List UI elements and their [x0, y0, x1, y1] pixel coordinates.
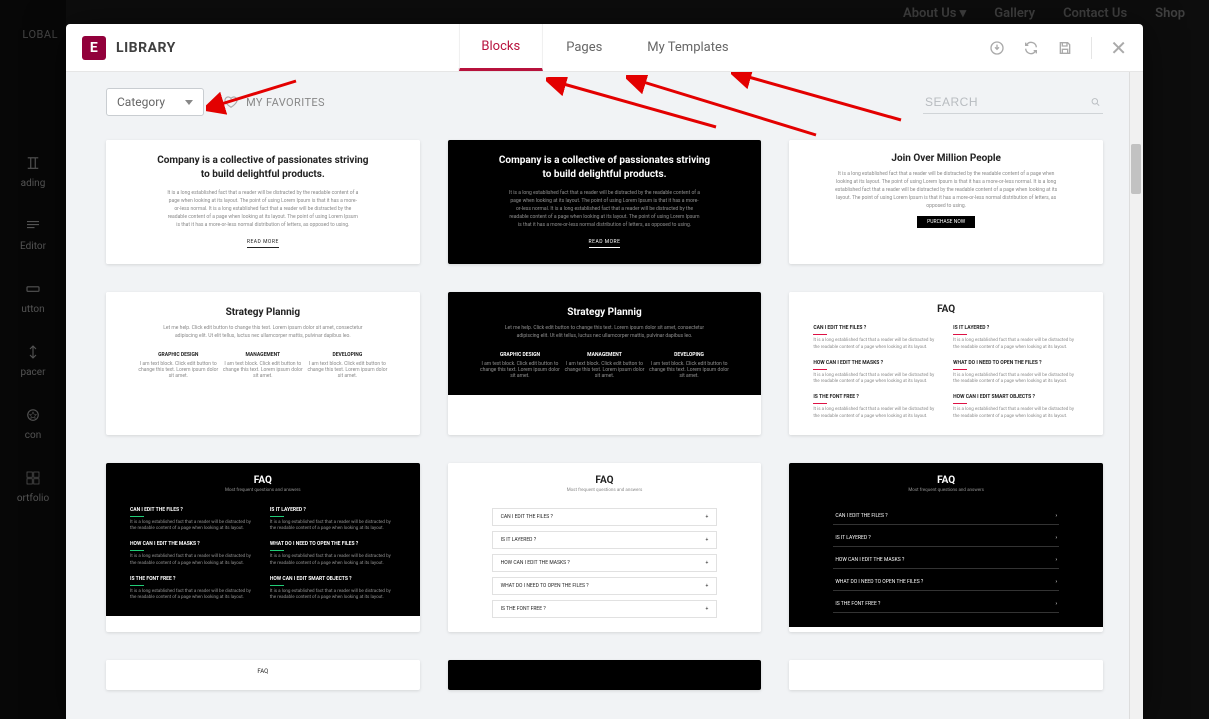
- tab-pages[interactable]: Pages: [543, 24, 624, 71]
- elementor-logo-icon: E: [82, 36, 106, 60]
- library-tabs: Blocks Pages My Templates: [458, 24, 750, 71]
- library-brand: E LIBRARY: [82, 24, 176, 71]
- scrollbar-thumb[interactable]: [1131, 144, 1141, 194]
- modal-body: Category MY FAVORITES Company is: [66, 72, 1143, 719]
- search-icon: [1090, 95, 1101, 109]
- template-card[interactable]: [448, 660, 762, 690]
- scrollbar[interactable]: [1129, 72, 1143, 719]
- template-card[interactable]: FAQ CAN I EDIT THE FILES ?It is a long e…: [789, 292, 1103, 435]
- templates-grid: Company is a collective of passionates s…: [66, 122, 1143, 710]
- template-card[interactable]: Strategy Plannig Let me help. Click edit…: [448, 292, 762, 435]
- category-dropdown[interactable]: Category: [106, 88, 204, 116]
- template-card[interactable]: FAQ: [106, 660, 420, 690]
- category-label: Category: [117, 95, 165, 109]
- template-card[interactable]: FAQ Most frequent questions and answers …: [789, 463, 1103, 632]
- template-card[interactable]: Company is a collective of passionates s…: [448, 140, 762, 264]
- sidebar-global-label: LOBAL: [0, 28, 66, 41]
- separator: [1091, 37, 1092, 59]
- template-card[interactable]: Join Over Million People It is a long es…: [789, 140, 1103, 264]
- template-card[interactable]: [789, 660, 1103, 690]
- template-card[interactable]: FAQ Most frequent questions and answers …: [106, 463, 420, 632]
- library-title: LIBRARY: [116, 40, 176, 56]
- widget-spacer[interactable]: pacer: [0, 329, 66, 392]
- sync-icon[interactable]: [1023, 40, 1039, 56]
- library-toolbar: Category MY FAVORITES: [66, 72, 1143, 122]
- nav-gallery[interactable]: Gallery: [994, 6, 1035, 21]
- tab-my-templates[interactable]: My Templates: [624, 24, 750, 71]
- elementor-sidebar: LOBAL ading Editor utton pacer con: [0, 0, 66, 719]
- search-field[interactable]: [923, 91, 1103, 114]
- my-favorites-button[interactable]: MY FAVORITES: [224, 95, 325, 109]
- favorites-label: MY FAVORITES: [246, 96, 325, 109]
- widget-icon[interactable]: con: [0, 392, 66, 455]
- widget-button[interactable]: utton: [0, 266, 66, 329]
- widget-text-editor[interactable]: Editor: [0, 203, 66, 266]
- search-input[interactable]: [925, 95, 1080, 109]
- template-card[interactable]: FAQ Most frequent questions and answers …: [448, 463, 762, 632]
- widget-heading[interactable]: ading: [0, 140, 66, 203]
- header-actions: ✕: [989, 24, 1143, 71]
- close-icon[interactable]: ✕: [1110, 38, 1127, 58]
- modal-header: E LIBRARY Blocks Pages My Templates ✕: [66, 24, 1143, 72]
- save-icon[interactable]: [1057, 40, 1073, 56]
- library-modal: E LIBRARY Blocks Pages My Templates ✕: [66, 24, 1143, 719]
- nav-about[interactable]: About Us ▾: [903, 6, 966, 21]
- widget-portfolio[interactable]: ortfolio: [0, 455, 66, 518]
- template-card[interactable]: Company is a collective of passionates s…: [106, 140, 420, 264]
- nav-shop[interactable]: Shop: [1155, 6, 1185, 21]
- nav-contact[interactable]: Contact Us: [1063, 6, 1127, 21]
- site-top-nav: About Us ▾ Gallery Contact Us Shop: [0, 0, 1209, 26]
- import-icon[interactable]: [989, 40, 1005, 56]
- template-card[interactable]: Strategy Plannig Let me help. Click edit…: [106, 292, 420, 435]
- chevron-down-icon: [185, 100, 193, 105]
- tab-blocks[interactable]: Blocks: [458, 24, 543, 71]
